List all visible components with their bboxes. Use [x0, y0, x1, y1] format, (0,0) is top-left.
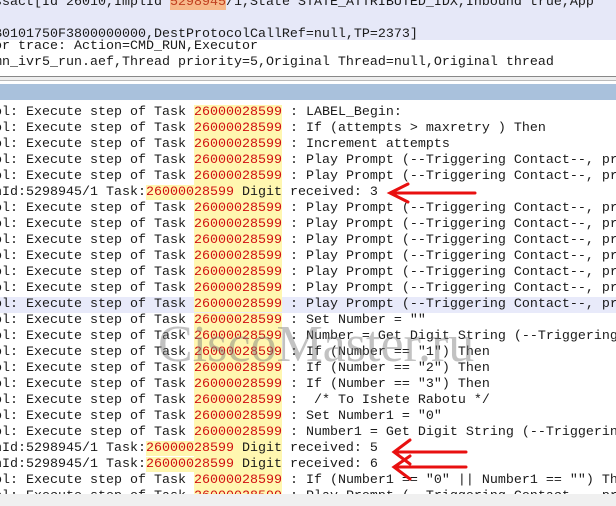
arrow-digit-3: [386, 182, 477, 204]
annotation-arrows: [386, 182, 477, 481]
arrow-digit-6: [391, 454, 468, 481]
